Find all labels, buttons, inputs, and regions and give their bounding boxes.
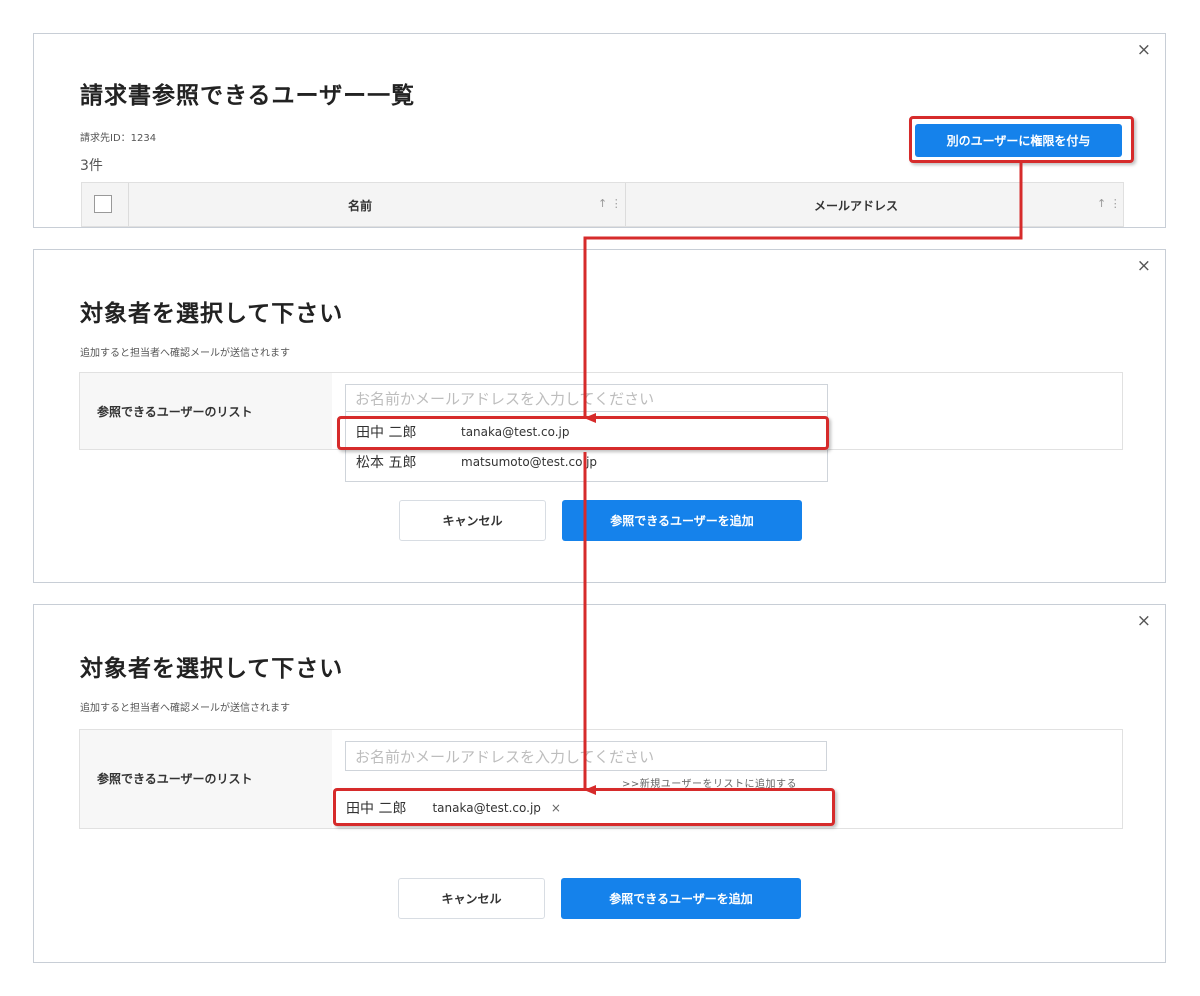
sort-icon[interactable]: ↑ ⋮ <box>1097 197 1121 210</box>
close-icon[interactable]: × <box>1137 42 1151 59</box>
cancel-button[interactable]: キャンセル <box>399 500 546 541</box>
highlight-suggestion <box>337 416 829 450</box>
sort-icon[interactable]: ↑ ⋮ <box>598 197 622 210</box>
column-divider <box>128 183 129 226</box>
highlight-grant-button <box>909 116 1134 163</box>
selected-user-panel: × 対象者を選択して下さい 追加すると担当者へ確認メールが送信されます 参照でき… <box>33 604 1166 963</box>
dialog-title: 対象者を選択して下さい <box>80 656 344 682</box>
highlight-selected-user <box>333 788 835 826</box>
suggestion-name: 松本 五郎 <box>356 455 417 471</box>
search-input[interactable]: お名前かメールアドレスを入力してください <box>345 384 828 412</box>
dialog-title: 対象者を選択して下さい <box>80 301 344 327</box>
result-count: 3件 <box>80 158 103 174</box>
dialog-note: 追加すると担当者へ確認メールが送信されます <box>80 703 290 714</box>
column-header-email[interactable]: メールアドレス <box>814 197 898 214</box>
field-label: 参照できるユーザーのリスト <box>97 772 253 786</box>
field-label-cell: 参照できるユーザーのリスト <box>80 373 332 449</box>
cancel-button[interactable]: キャンセル <box>398 878 545 919</box>
billing-id: 請求先ID：1234 <box>80 133 157 144</box>
select-all-checkbox[interactable] <box>94 195 112 213</box>
search-input[interactable]: お名前かメールアドレスを入力してください <box>345 741 827 771</box>
close-icon[interactable]: × <box>1137 258 1151 275</box>
page-title: 請求書参照できるユーザー一覧 <box>80 83 416 109</box>
dialog-note: 追加すると担当者へ確認メールが送信されます <box>80 348 290 359</box>
field-label-cell: 参照できるユーザーのリスト <box>80 730 332 828</box>
table-header: 名前 ↑ ⋮ メールアドレス ↑ ⋮ <box>81 182 1124 227</box>
add-user-button[interactable]: 参照できるユーザーを追加 <box>561 878 801 919</box>
suggestion-item[interactable]: 松本 五郎 matsumoto@test.co.jp <box>346 448 827 476</box>
add-user-button[interactable]: 参照できるユーザーを追加 <box>562 500 802 541</box>
suggestion-email: matsumoto@test.co.jp <box>461 455 598 469</box>
close-icon[interactable]: × <box>1137 613 1151 630</box>
field-label: 参照できるユーザーのリスト <box>97 405 253 419</box>
column-header-name[interactable]: 名前 <box>348 197 372 214</box>
column-divider <box>625 183 626 226</box>
